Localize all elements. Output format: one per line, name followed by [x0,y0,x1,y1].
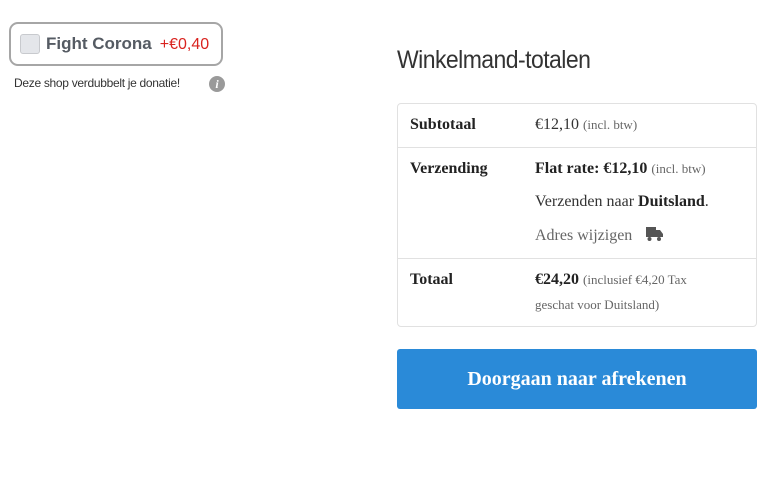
totals-title: Winkelmand-totalen [397,46,591,74]
checkout-button[interactable]: Doorgaan naar afrekenen [397,349,757,409]
subtotal-amount: €12,10 [535,116,579,133]
shipping-destination: Verzenden naar Duitsland. [535,193,709,211]
change-address-link[interactable]: Adres wijzigen [535,226,664,245]
change-address-label[interactable]: Adres wijzigen [535,227,632,244]
truck-icon[interactable] [646,226,664,242]
shipping-label: Verzending [410,160,488,177]
ship-to-prefix: Verzenden naar [535,193,635,210]
donation-box[interactable]: Fight Corona +€0,40 [9,22,223,66]
info-icon[interactable]: i [209,76,225,92]
total-tax-note-line1: (inclusief €4,20 Tax [583,272,687,287]
shipping-row: Verzending Flat rate: €12,10 (incl. btw)… [398,148,756,259]
ship-to-country: Duitsland [638,193,705,210]
totals-table: Subtotaal €12,10 (incl. btw) Verzending … [397,103,757,327]
total-label: Totaal [410,271,453,288]
donation-amount: +€0,40 [159,36,210,53]
total-amount-line: €24,20 (inclusief €4,20 Tax [535,271,687,289]
subtotal-label: Subtotaal [410,116,476,133]
total-amount: €24,20 [535,271,579,288]
subtotal-row: Subtotaal €12,10 (incl. btw) [398,104,756,148]
shipping-tax-note: (incl. btw) [651,161,706,176]
subtotal-tax-note: (incl. btw) [583,117,638,132]
shipping-rate-label: Flat rate: €12,10 [535,160,648,177]
donation-note: Deze shop verdubbelt je donatie! [14,76,180,90]
donation-checkbox[interactable] [20,34,40,54]
ship-to-suffix: . [704,193,709,210]
total-tax-note-line2: geschat voor Duitsland) [535,297,660,312]
donation-label: Fight Corona [46,34,152,53]
shipping-rate: Flat rate: €12,10 (incl. btw) [535,160,706,178]
subtotal-value: €12,10 (incl. btw) [535,116,637,134]
total-row: Totaal €24,20 (inclusief €4,20 Tax gesch… [398,259,756,326]
